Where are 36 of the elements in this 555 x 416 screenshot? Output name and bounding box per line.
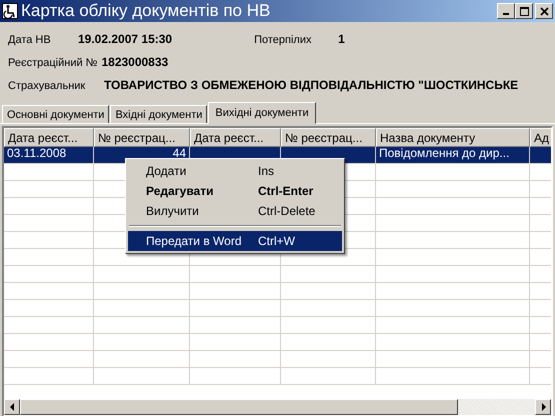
wheelchair-icon	[2, 3, 18, 19]
table-cell: 03.11.2008	[4, 147, 94, 164]
menu-item[interactable]: Додати Ins	[128, 161, 342, 181]
field-value: 19.02.2007 15:30	[78, 32, 172, 46]
column-header[interactable]: Дата реєст...	[4, 128, 94, 147]
column-header[interactable]: № реєстрац...	[94, 128, 190, 147]
menu-item[interactable]: Редагувати Ctrl-Enter	[128, 181, 342, 201]
field-value: 1	[338, 32, 345, 46]
close-icon	[540, 6, 548, 16]
scrollbar-thumb[interactable]	[20, 399, 458, 415]
minimize-button[interactable]	[497, 3, 515, 19]
maximize-icon	[520, 6, 528, 16]
horizontal-scrollbar[interactable]	[4, 399, 551, 415]
menu-item[interactable]: Передати в Word Ctrl+W	[128, 231, 342, 251]
tab[interactable]: Вхідні документи	[110, 105, 208, 124]
tab[interactable]: Вихідні документи	[208, 102, 316, 124]
field-label: Реєстраційний №	[8, 57, 98, 69]
field-value: 1823000833	[101, 55, 168, 69]
close-button[interactable]	[535, 3, 553, 19]
column-header[interactable]: № реєстрац...	[281, 128, 376, 147]
maximize-button[interactable]	[515, 3, 533, 19]
field-value: ТОВАРИСТВО З ОБМЕЖЕНОЮ ВІДПОВІДАЛЬНІСТЮ "ШОСТКИНСЬКЕ	[104, 78, 518, 92]
column-header[interactable]: Ад	[530, 128, 551, 147]
table-cell: Повідомлення до дир...	[376, 147, 530, 164]
column-header[interactable]: Назва документу	[376, 128, 530, 147]
column-header[interactable]: Дата реєст...	[190, 128, 281, 147]
window-title: Картка обліку документів по НВ	[21, 1, 272, 21]
field-label: Потерпілих	[254, 34, 312, 46]
left-arrow-icon	[10, 403, 14, 411]
field-label: Страхувальник	[8, 80, 86, 92]
tab[interactable]: Основні документи	[2, 105, 110, 124]
right-arrow-icon	[540, 403, 546, 411]
scroll-left-button[interactable]	[4, 399, 20, 415]
menu-item[interactable]: Вилучити Ctrl-Delete	[128, 201, 342, 221]
scroll-right-button[interactable]	[535, 399, 551, 415]
field-label: Дата НВ	[8, 34, 52, 46]
